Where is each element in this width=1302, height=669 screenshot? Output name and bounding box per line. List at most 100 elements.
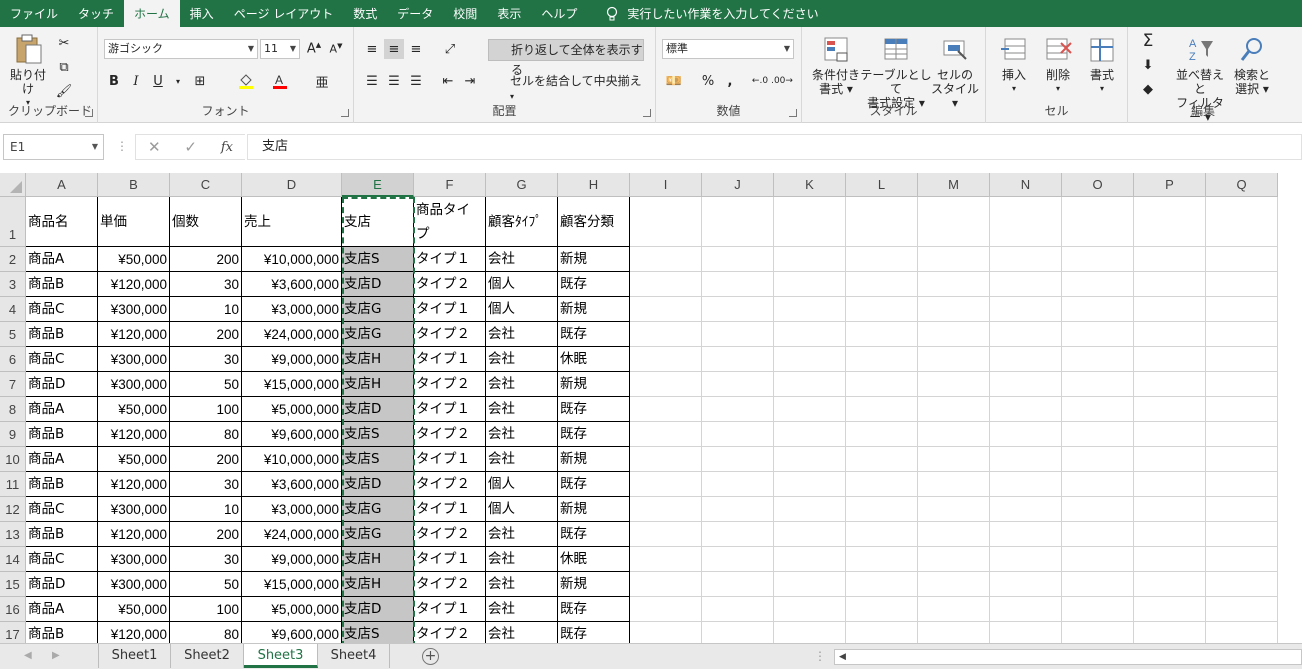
table-cell[interactable]	[846, 447, 918, 472]
table-cell[interactable]	[918, 472, 990, 497]
table-cell[interactable]	[630, 297, 702, 322]
table-cell[interactable]: 支店S	[342, 422, 414, 447]
table-cell[interactable]: タイプ２	[414, 622, 486, 643]
table-cell[interactable]	[918, 497, 990, 522]
column-header-j[interactable]: J	[702, 173, 774, 197]
table-cell[interactable]: タイプ１	[414, 297, 486, 322]
percent-button[interactable]: %	[698, 71, 718, 91]
table-cell[interactable]: ¥120,000	[98, 422, 170, 447]
table-cell[interactable]: 支店H	[342, 347, 414, 372]
table-cell[interactable]: ¥15,000,000	[242, 572, 342, 597]
table-cell[interactable]	[630, 347, 702, 372]
column-header-b[interactable]: B	[98, 173, 170, 197]
table-cell[interactable]: 100	[170, 397, 242, 422]
table-cell[interactable]: 200	[170, 522, 242, 547]
table-cell[interactable]	[918, 422, 990, 447]
table-cell[interactable]: タイプ２	[414, 522, 486, 547]
table-cell[interactable]: ¥15,000,000	[242, 372, 342, 397]
table-cell[interactable]	[1134, 572, 1206, 597]
table-cell[interactable]	[918, 572, 990, 597]
table-cell[interactable]	[1134, 497, 1206, 522]
table-cell[interactable]	[702, 247, 774, 272]
column-header-l[interactable]: L	[846, 173, 918, 197]
header-cell[interactable]: 顧客分類	[558, 197, 630, 247]
table-cell[interactable]	[1062, 247, 1134, 272]
row-header[interactable]: 5	[0, 322, 26, 347]
table-cell[interactable]	[630, 247, 702, 272]
table-cell[interactable]: 支店D	[342, 472, 414, 497]
table-cell[interactable]	[1134, 447, 1206, 472]
table-cell[interactable]	[1062, 622, 1134, 643]
table-cell[interactable]: 50	[170, 572, 242, 597]
table-cell[interactable]	[1134, 322, 1206, 347]
table-cell[interactable]: 10	[170, 497, 242, 522]
table-cell[interactable]	[1134, 522, 1206, 547]
table-cell[interactable]	[630, 497, 702, 522]
table-cell[interactable]	[990, 572, 1062, 597]
table-cell[interactable]	[630, 372, 702, 397]
table-cell[interactable]	[774, 372, 846, 397]
table-cell[interactable]	[846, 572, 918, 597]
table-cell[interactable]	[1134, 247, 1206, 272]
table-cell[interactable]	[990, 347, 1062, 372]
header-cell[interactable]: 商品タイプ	[414, 197, 486, 247]
table-cell[interactable]	[846, 547, 918, 572]
column-header-a[interactable]: A	[26, 173, 98, 197]
row-header[interactable]: 10	[0, 447, 26, 472]
table-cell[interactable]: 商品D	[26, 372, 98, 397]
table-cell[interactable]: 支店H	[342, 372, 414, 397]
table-cell[interactable]	[1134, 347, 1206, 372]
prev-sheet-icon[interactable]: ◀	[24, 650, 32, 661]
tab-touch[interactable]: タッチ	[68, 0, 124, 27]
table-cell[interactable]	[1062, 297, 1134, 322]
clear-button[interactable]: ◆	[1138, 79, 1158, 99]
table-cell[interactable]: 商品B	[26, 422, 98, 447]
table-cell[interactable]: 30	[170, 547, 242, 572]
insert-cells-button[interactable]: 挿入 ▾	[994, 35, 1034, 96]
row-header[interactable]: 13	[0, 522, 26, 547]
table-cell[interactable]: 商品B	[26, 472, 98, 497]
row-header[interactable]: 14	[0, 547, 26, 572]
conditional-format-button[interactable]: 条件付き 書式 ▾	[806, 35, 866, 96]
table-cell[interactable]	[846, 322, 918, 347]
table-cell[interactable]: 支店D	[342, 272, 414, 297]
table-cell[interactable]: ¥120,000	[98, 272, 170, 297]
table-cell[interactable]: 商品A	[26, 597, 98, 622]
table-cell[interactable]	[702, 472, 774, 497]
table-cell[interactable]: 新規	[558, 247, 630, 272]
table-cell[interactable]	[702, 272, 774, 297]
table-cell[interactable]	[1206, 597, 1278, 622]
table-cell[interactable]: ¥300,000	[98, 372, 170, 397]
table-cell[interactable]: 新規	[558, 447, 630, 472]
table-cell[interactable]	[774, 272, 846, 297]
row-header[interactable]: 11	[0, 472, 26, 497]
table-cell[interactable]: 支店S	[342, 247, 414, 272]
table-cell[interactable]	[990, 372, 1062, 397]
table-cell[interactable]	[918, 372, 990, 397]
header-cell[interactable]: 個数	[170, 197, 242, 247]
table-cell[interactable]	[1134, 272, 1206, 297]
decrease-decimal-button[interactable]: .00→	[771, 71, 793, 91]
header-cell[interactable]	[1206, 197, 1278, 247]
table-cell[interactable]	[1062, 472, 1134, 497]
table-cell[interactable]: 30	[170, 272, 242, 297]
row-header[interactable]: 17	[0, 622, 26, 643]
table-cell[interactable]: ¥50,000	[98, 447, 170, 472]
table-cell[interactable]: ¥5,000,000	[242, 597, 342, 622]
sheet-tab-sheet3[interactable]: Sheet3	[244, 644, 318, 668]
table-cell[interactable]	[774, 297, 846, 322]
table-cell[interactable]	[630, 522, 702, 547]
table-cell[interactable]: ¥300,000	[98, 547, 170, 572]
table-cell[interactable]: ¥120,000	[98, 522, 170, 547]
table-cell[interactable]: ¥5,000,000	[242, 397, 342, 422]
table-cell[interactable]: 支店D	[342, 397, 414, 422]
table-cell[interactable]: タイプ２	[414, 272, 486, 297]
column-header-n[interactable]: N	[990, 173, 1062, 197]
table-cell[interactable]	[774, 547, 846, 572]
format-painter-button[interactable]: 🖌	[54, 81, 74, 101]
underline-button[interactable]: U	[148, 71, 168, 91]
align-left-button[interactable]: ☰	[362, 71, 382, 91]
column-header-m[interactable]: M	[918, 173, 990, 197]
row-header[interactable]: 15	[0, 572, 26, 597]
table-cell[interactable]	[990, 447, 1062, 472]
